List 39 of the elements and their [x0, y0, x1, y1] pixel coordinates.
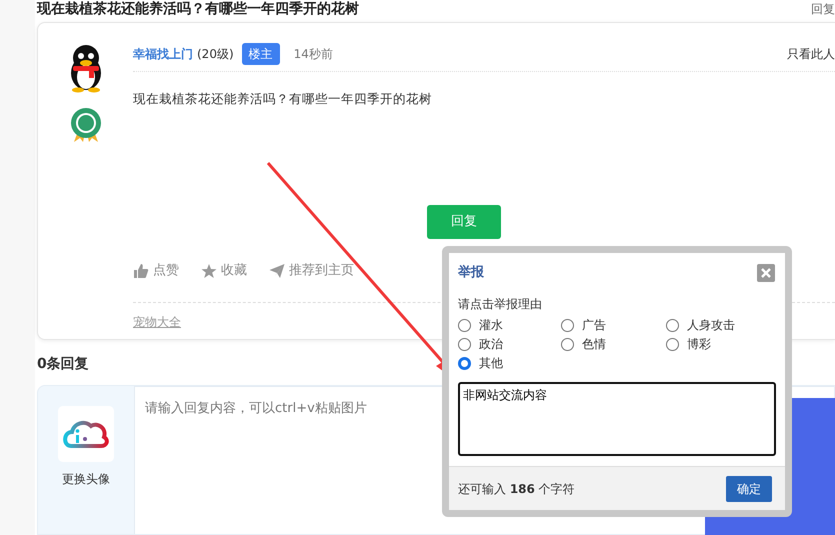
reason-label[interactable]: 人身攻击: [687, 316, 735, 334]
reply-count: 0条回复: [37, 355, 89, 374]
reason-label[interactable]: 灌水: [479, 316, 503, 334]
post-content: 现在栽植茶花还能养活吗？有哪些一年四季开的花树: [133, 90, 433, 108]
dialog-title: 举报: [458, 264, 484, 282]
radio-button[interactable]: [561, 318, 574, 332]
action-link[interactable]: 收藏: [221, 260, 247, 280]
cloud-logo-icon: [63, 418, 109, 450]
avatar-button[interactable]: [58, 406, 114, 462]
reason-input-field[interactable]: 非网站交流内容: [458, 382, 776, 456]
paper-plane-icon: [269, 262, 285, 278]
owner-badge: 楼主: [242, 43, 280, 65]
post-title: 现在栽植茶花还能养活吗？有哪些一年四季开的花树: [37, 0, 359, 19]
only-this-user-link[interactable]: 只看此人: [787, 45, 835, 63]
radio-button[interactable]: [458, 338, 471, 350]
action-link[interactable]: 推荐到主页: [289, 260, 354, 280]
report-prompt: 请点击举报理由: [457, 296, 543, 312]
reason-label[interactable]: 博彩: [687, 336, 711, 352]
radio-button[interactable]: [666, 338, 679, 350]
action-link[interactable]: 点赞: [153, 260, 179, 280]
change-avatar-label[interactable]: 更换头像: [62, 470, 110, 488]
radio-button[interactable]: [561, 338, 574, 350]
reason-label[interactable]: 政治: [479, 336, 503, 352]
reason-label[interactable]: 广告: [582, 316, 606, 334]
radio-button[interactable]: [458, 356, 471, 370]
star-icon: [201, 262, 217, 278]
close-icon: [761, 268, 771, 278]
thumbs-up-icon: [133, 262, 149, 278]
reason-label[interactable]: 其他: [479, 354, 503, 372]
confirm-button[interactable]: 确定: [726, 476, 772, 502]
radio-button[interactable]: [666, 318, 679, 332]
radio-button[interactable]: [458, 318, 471, 332]
user-level: (20级): [197, 46, 234, 63]
remaining-characters: 还可输入 186 个字符: [458, 480, 575, 498]
author-name[interactable]: 幸福找上门: [133, 45, 193, 63]
post-time: 14秒前: [294, 46, 333, 63]
reply-link[interactable]: 回复: [811, 0, 835, 20]
reason-label[interactable]: 色情: [582, 336, 606, 352]
close-button[interactable]: [757, 264, 775, 282]
